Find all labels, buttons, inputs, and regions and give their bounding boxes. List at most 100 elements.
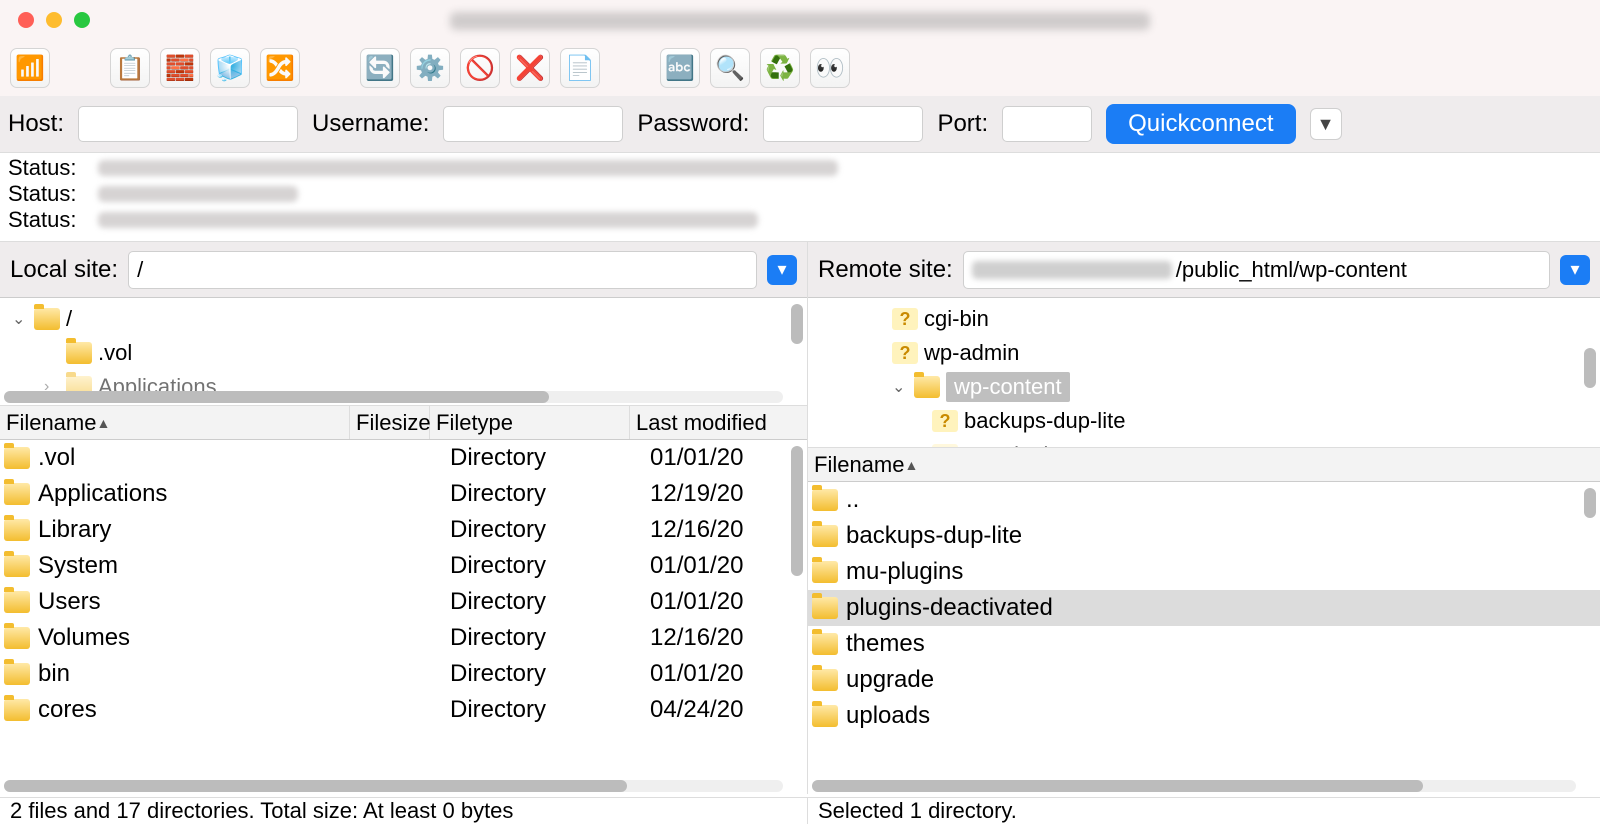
window-zoom-icon[interactable] (74, 12, 90, 28)
scrollbar-vertical[interactable] (1584, 348, 1596, 388)
folder-icon (4, 519, 30, 541)
file-name: themes (846, 630, 925, 658)
col-filesize[interactable]: Filesize (350, 406, 430, 439)
scrollbar-horizontal[interactable] (812, 780, 1576, 792)
scrollbar-horizontal[interactable] (4, 391, 783, 403)
folder-icon (812, 597, 838, 619)
remote-tree[interactable]: ? cgi-bin ? wp-admin ⌄ wp-content ? back… (808, 298, 1600, 448)
local-site-dropdown[interactable]: ▾ (767, 255, 797, 285)
scrollbar-vertical[interactable] (791, 304, 803, 344)
file-row[interactable]: VolumesDirectory12/16/20 (0, 620, 807, 656)
file-row[interactable]: Applications Directory12/19/20 (0, 476, 807, 512)
scrollbar-horizontal[interactable] (4, 780, 783, 792)
quickconnect-button[interactable]: Quickconnect (1106, 104, 1295, 144)
remote-site-dropdown[interactable]: ▾ (1560, 255, 1590, 285)
remote-status: Selected 1 directory. (808, 797, 1600, 824)
toggle-remote-tree-button[interactable]: 🧊 (210, 48, 250, 88)
col-filetype[interactable]: Filetype (430, 406, 630, 439)
tree-item[interactable]: mu-plugins (964, 442, 1072, 448)
file-row[interactable]: binDirectory01/01/20 (0, 656, 807, 692)
twisty-icon[interactable]: ⌄ (892, 377, 908, 397)
remote-path-hidden (972, 261, 1172, 279)
toggle-log-button[interactable]: 📋 (110, 48, 150, 88)
remote-site-input[interactable]: /public_html/wp-content (963, 251, 1550, 289)
host-input[interactable] (78, 106, 298, 142)
folder-icon (66, 342, 92, 364)
folder-icon (4, 699, 30, 721)
compare-button[interactable]: 👀 (810, 48, 850, 88)
port-label: Port: (937, 110, 988, 138)
file-name: upgrade (846, 666, 934, 694)
file-type: Directory (450, 624, 650, 652)
file-date: 12/19/20 (650, 480, 807, 508)
log-line (98, 212, 758, 228)
toggle-local-tree-button[interactable]: 🧱 (160, 48, 200, 88)
file-row[interactable]: .volDirectory01/01/20 (0, 440, 807, 476)
col-modified[interactable]: Last modified (630, 406, 807, 439)
scrollbar-vertical[interactable] (791, 446, 803, 576)
reconnect-button[interactable]: 📄 (560, 48, 600, 88)
process-queue-button[interactable]: ⚙️ (410, 48, 450, 88)
file-row[interactable]: LibraryDirectory12/16/20 (0, 512, 807, 548)
file-row[interactable]: SystemDirectory01/01/20 (0, 548, 807, 584)
local-site-input[interactable]: / (128, 251, 757, 289)
file-row[interactable]: mu-plugins (808, 554, 1600, 590)
file-row[interactable]: backups-dup-lite (808, 518, 1600, 554)
tree-item-root[interactable]: / (66, 306, 72, 332)
folder-icon (914, 376, 940, 398)
folder-icon (812, 489, 838, 511)
file-type: Directory (450, 696, 650, 724)
tree-item-selected[interactable]: wp-content (946, 372, 1070, 402)
message-log[interactable]: Status: Status: Status: (0, 152, 1600, 242)
folder-icon (34, 308, 60, 330)
refresh-button[interactable]: 🔄 (360, 48, 400, 88)
window-close-icon[interactable] (18, 12, 34, 28)
local-file-list[interactable]: .volDirectory01/01/20 Applications Directo… (0, 440, 807, 794)
file-date: 04/24/20 (650, 696, 807, 724)
file-name: System (38, 552, 370, 580)
file-row[interactable]: coresDirectory04/24/20 (0, 692, 807, 728)
filter-button[interactable]: 🔤 (660, 48, 700, 88)
tree-item[interactable]: wp-admin (924, 340, 1019, 366)
window-minimize-icon[interactable] (46, 12, 62, 28)
host-label: Host: (8, 110, 64, 138)
file-row[interactable]: UsersDirectory01/01/20 (0, 584, 807, 620)
file-type: Directory (450, 480, 650, 508)
sync-button[interactable]: ♻️ (760, 48, 800, 88)
file-row[interactable]: themes (808, 626, 1600, 662)
log-line (98, 186, 298, 202)
file-row[interactable]: upgrade (808, 662, 1600, 698)
folder-icon (812, 669, 838, 691)
col-filename[interactable]: Filename (808, 448, 1600, 481)
scrollbar-vertical[interactable] (1584, 488, 1596, 518)
remote-file-list[interactable]: .. backups-dup-lite mu-pluginsplugins-deac… (808, 482, 1600, 794)
file-row[interactable]: uploads (808, 698, 1600, 734)
file-name: Applications (38, 480, 370, 508)
disconnect-button[interactable]: ❌ (510, 48, 550, 88)
password-input[interactable] (763, 106, 923, 142)
file-row-selected[interactable]: plugins-deactivated (808, 590, 1600, 626)
toggle-queue-button[interactable]: 🔀 (260, 48, 300, 88)
file-name: backups-dup-lite (846, 522, 1022, 550)
remote-list-header[interactable]: Filename (808, 448, 1600, 482)
cancel-button[interactable]: 🚫 (460, 48, 500, 88)
local-site-label: Local site: (10, 256, 118, 284)
site-manager-button[interactable]: 📶 (10, 48, 50, 88)
file-row[interactable]: .. (808, 482, 1600, 518)
search-button[interactable]: 🔍 (710, 48, 750, 88)
password-label: Password: (637, 110, 749, 138)
col-filename[interactable]: Filename (0, 406, 350, 439)
username-input[interactable] (443, 106, 623, 142)
file-type: Directory (450, 588, 650, 616)
log-label: Status: (8, 181, 98, 207)
port-input[interactable] (1002, 106, 1092, 142)
twisty-icon[interactable]: ⌄ (12, 309, 28, 329)
tree-item[interactable]: cgi-bin (924, 306, 989, 332)
local-tree[interactable]: ⌄ / .vol › Applications (0, 298, 807, 406)
folder-icon (4, 555, 30, 577)
tree-item[interactable]: backups-dup-lite (964, 408, 1125, 434)
file-name: Library (38, 516, 370, 544)
local-list-header[interactable]: Filename Filesize Filetype Last modified (0, 406, 807, 440)
tree-item[interactable]: .vol (98, 340, 132, 366)
quickconnect-history-dropdown[interactable]: ▼ (1310, 108, 1342, 140)
